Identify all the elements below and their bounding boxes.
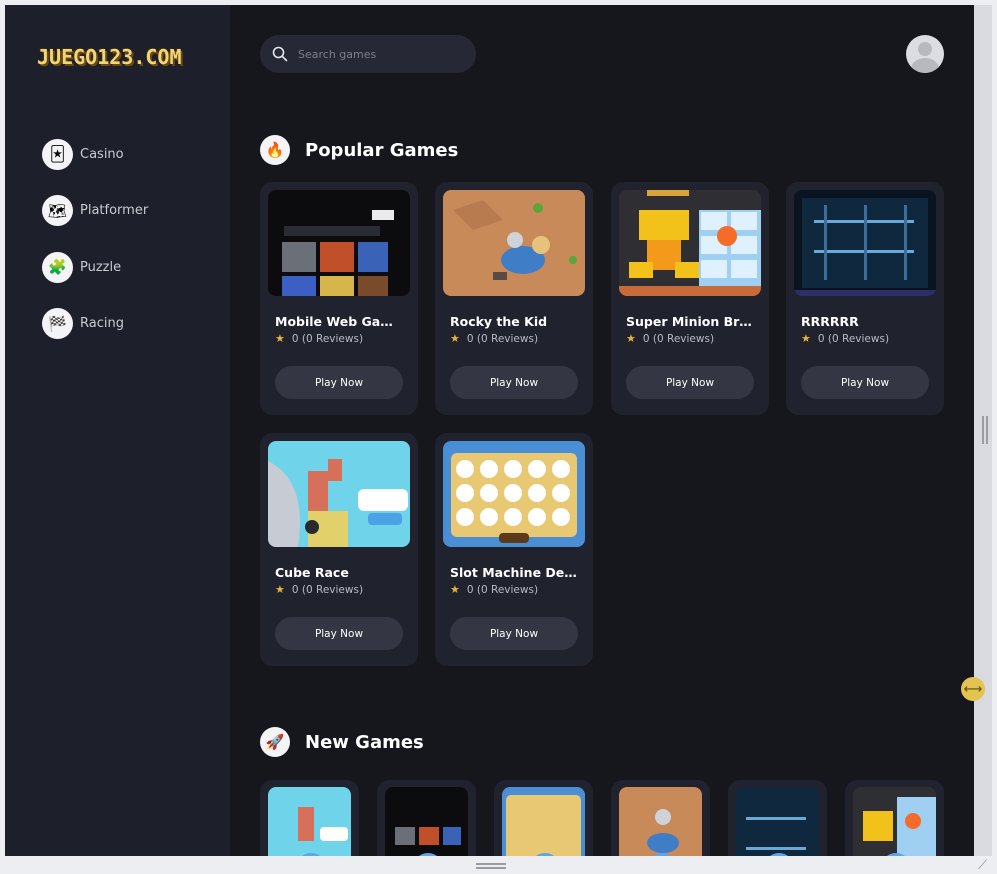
- avatar-head: [918, 42, 932, 56]
- game-thumbnail[interactable]: [619, 190, 761, 296]
- star-icon: ★: [450, 583, 460, 596]
- sidebar-item-casino[interactable]: 🃏 Casino: [42, 138, 148, 170]
- game-card[interactable]: Super Minion Bros. ★ 0 (0 Reviews) Play N…: [611, 182, 769, 415]
- sidebar-item-label: Puzzle: [80, 259, 122, 275]
- play-now-button[interactable]: Play Now: [450, 366, 578, 399]
- review-count: (0 Reviews): [301, 583, 364, 596]
- sidebar-item-label: Casino: [80, 146, 124, 162]
- new-game-card[interactable]: [611, 780, 710, 856]
- game-card[interactable]: Rocky the Kid ★ 0 (0 Reviews) Play Now: [435, 182, 593, 415]
- sidebar: JUEGO123.COM 🃏 Casino 🗺 Platformer 🧩 Puz…: [5, 5, 230, 856]
- search-input[interactable]: [298, 47, 458, 61]
- play-now-button[interactable]: Play Now: [275, 617, 403, 650]
- rating-value: 0: [466, 332, 474, 345]
- star-icon: ★: [275, 332, 285, 345]
- rating-value: 0: [291, 332, 299, 345]
- game-thumbnail[interactable]: [268, 190, 410, 296]
- category-nav: 🃏 Casino 🗺 Platformer 🧩 Puzzle 🏁 Racing: [42, 138, 148, 364]
- play-now-button[interactable]: Play Now: [801, 366, 929, 399]
- avatar-body: [911, 58, 939, 73]
- game-thumbnail[interactable]: [268, 441, 410, 547]
- game-thumbnail[interactable]: [443, 441, 585, 547]
- new-game-card[interactable]: [845, 780, 944, 856]
- horizontal-splitter-handle[interactable]: [476, 863, 506, 869]
- game-title: Slot Machine Deluxe: [450, 565, 580, 580]
- new-game-card[interactable]: [260, 780, 359, 856]
- game-thumbnail[interactable]: [268, 787, 351, 856]
- game-rating: ★ 0 (0 Reviews): [275, 583, 363, 596]
- game-card[interactable]: Mobile Web Game Room ★ 0 (0 Reviews) Play…: [260, 182, 418, 415]
- game-rating: ★ 0 (0 Reviews): [275, 332, 363, 345]
- splitter-handle[interactable]: [982, 416, 988, 444]
- game-rating: ★ 0 (0 Reviews): [626, 332, 714, 345]
- new-game-card[interactable]: [494, 780, 593, 856]
- game-title: Super Minion Bros.: [626, 314, 756, 329]
- game-rating: ★ 0 (0 Reviews): [801, 332, 889, 345]
- section-title: Popular Games: [305, 139, 459, 161]
- sidebar-item-racing[interactable]: 🏁 Racing: [42, 308, 148, 340]
- game-title: RRRRRR: [801, 314, 859, 329]
- sidebar-item-platformer[interactable]: 🗺 Platformer: [42, 195, 148, 227]
- resize-corner-icon[interactable]: ⟋: [978, 858, 987, 873]
- review-count: (0 Reviews): [476, 332, 539, 345]
- cards-icon: 🃏: [42, 138, 73, 170]
- rocket-icon: 🚀: [260, 727, 290, 757]
- rating-value: 0: [291, 583, 299, 596]
- new-games-heading: 🚀 New Games: [260, 727, 424, 757]
- puzzle-icon: 🧩: [42, 251, 73, 283]
- game-rating: ★ 0 (0 Reviews): [450, 332, 538, 345]
- section-title: New Games: [305, 731, 424, 753]
- rating-value: 0: [466, 583, 474, 596]
- game-thumbnail[interactable]: [385, 787, 468, 856]
- sidebar-item-label: Racing: [80, 316, 124, 331]
- rating-value: 0: [642, 332, 650, 345]
- checkered-flag-icon: 🏁: [42, 308, 73, 339]
- new-game-card[interactable]: [728, 780, 827, 856]
- star-icon: ★: [801, 332, 811, 345]
- resize-arrows-icon[interactable]: ⟷: [961, 677, 985, 701]
- game-thumbnail[interactable]: [502, 787, 585, 856]
- review-count: (0 Reviews): [652, 332, 715, 345]
- play-now-button[interactable]: Play Now: [626, 366, 754, 399]
- game-card[interactable]: Cube Race ★ 0 (0 Reviews) Play Now: [260, 433, 418, 666]
- star-icon: ★: [450, 332, 460, 345]
- review-count: (0 Reviews): [301, 332, 364, 345]
- sidebar-item-puzzle[interactable]: 🧩 Puzzle: [42, 251, 148, 283]
- rating-value: 0: [817, 332, 825, 345]
- game-thumbnail[interactable]: [794, 190, 936, 296]
- star-icon: ★: [626, 332, 636, 345]
- fire-icon: 🔥: [260, 135, 290, 165]
- game-title: Cube Race: [275, 565, 349, 580]
- game-rating: ★ 0 (0 Reviews): [450, 583, 538, 596]
- map-icon: 🗺: [42, 195, 73, 226]
- play-now-button[interactable]: Play Now: [275, 366, 403, 399]
- search-icon: [272, 46, 288, 62]
- game-card[interactable]: RRRRRR ★ 0 (0 Reviews) Play Now: [786, 182, 944, 415]
- new-game-card[interactable]: [377, 780, 476, 856]
- sidebar-item-label: Platformer: [80, 203, 149, 218]
- popular-games-heading: 🔥 Popular Games: [260, 135, 458, 165]
- play-now-button[interactable]: Play Now: [450, 617, 578, 650]
- main-content: 🔥 Popular Games Mobile Web Game Room ★ 0 …: [230, 5, 974, 856]
- site-logo[interactable]: JUEGO123.COM: [37, 45, 182, 69]
- game-card[interactable]: Slot Machine Deluxe ★ 0 (0 Reviews) Play …: [435, 433, 593, 666]
- game-thumbnail[interactable]: [619, 787, 702, 856]
- game-title: Rocky the Kid: [450, 314, 548, 329]
- search-bar[interactable]: [260, 35, 476, 73]
- game-thumbnail[interactable]: [853, 787, 936, 856]
- star-icon: ★: [275, 583, 285, 596]
- game-title: Mobile Web Game Room: [275, 314, 405, 329]
- review-count: (0 Reviews): [827, 332, 890, 345]
- app-window: JUEGO123.COM 🃏 Casino 🗺 Platformer 🧩 Puz…: [5, 5, 974, 856]
- game-thumbnail[interactable]: [736, 787, 819, 856]
- game-thumbnail[interactable]: [443, 190, 585, 296]
- avatar[interactable]: [906, 35, 944, 73]
- review-count: (0 Reviews): [476, 583, 539, 596]
